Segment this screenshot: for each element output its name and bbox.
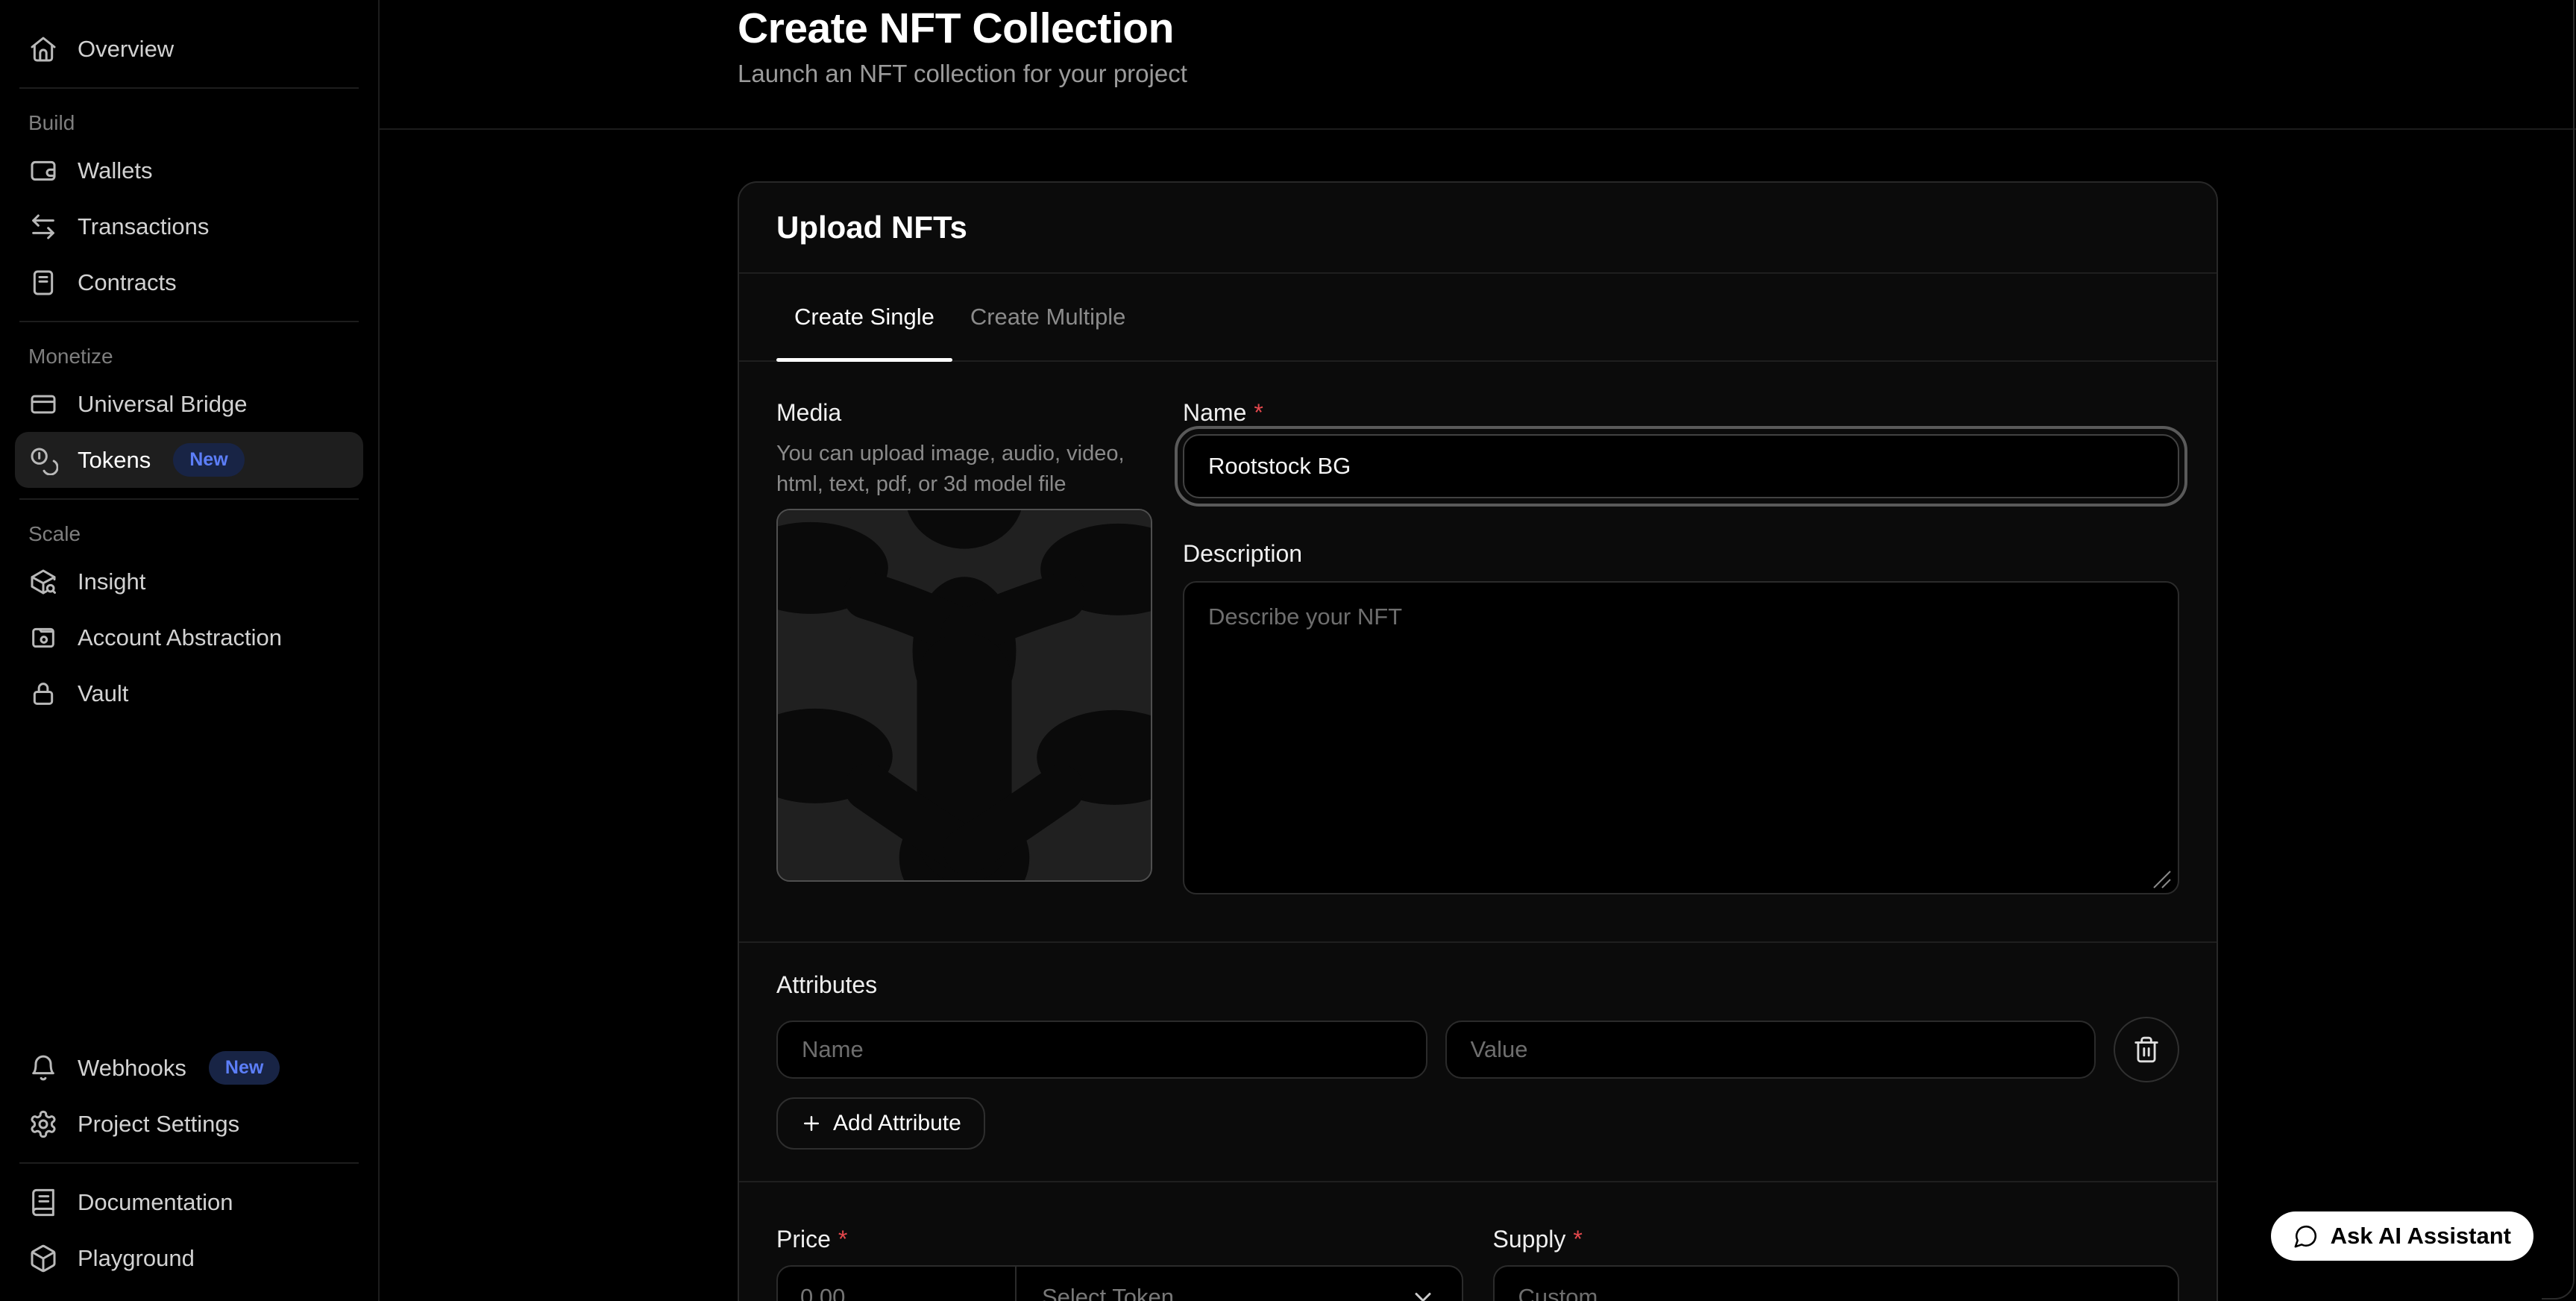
sidebar-section-build: Build [28,111,363,135]
price-label: Price * [776,1226,1463,1253]
required-marker: * [1573,1226,1582,1253]
arrows-left-right-icon [28,212,58,242]
tab-list: Create Single Create Multiple [739,274,2217,362]
card-header: Upload NFTs [739,183,2217,274]
name-label: Name * [1183,399,2179,427]
sidebar-item-label: Playground [78,1245,195,1272]
sidebar-spacer [15,721,363,1040]
sidebar-item-wallets[interactable]: Wallets [15,142,363,198]
attribute-name-input[interactable] [776,1021,1427,1079]
plus-icon [800,1112,823,1135]
cube-icon [28,1244,58,1273]
sidebar-item-contracts[interactable]: Contracts [15,254,363,310]
media-label: Media [776,399,1152,427]
coins-icon [28,445,58,475]
attribute-row [776,1017,2179,1082]
name-input[interactable] [1183,434,2179,498]
price-control: Select Token [776,1265,1463,1301]
price-supply-section: Price * Select Token Supply * [739,1182,2217,1301]
ask-ai-assistant-button[interactable]: Ask AI Assistant [2271,1211,2533,1261]
add-attribute-label: Add Attribute [833,1111,961,1136]
description-label: Description [1183,540,2179,568]
media-pattern-image [778,510,1151,880]
media-upload-preview[interactable] [776,509,1152,882]
required-marker: * [1254,399,1263,427]
sidebar-divider [19,1162,359,1164]
media-helper-text: You can upload image, audio, video, html… [776,439,1149,499]
package-search-icon [28,567,58,597]
sidebar-item-documentation[interactable]: Documentation [15,1174,363,1230]
sidebar-item-playground[interactable]: Playground [15,1230,363,1286]
lock-icon [28,679,58,709]
wallet-icon [28,156,58,186]
sidebar-item-label: Documentation [78,1189,233,1216]
sidebar-item-label: Universal Bridge [78,391,247,418]
sidebar-divider [19,321,359,322]
sidebar-item-insight[interactable]: Insight [15,554,363,609]
supply-input[interactable] [1493,1265,2180,1301]
book-icon [28,1188,58,1217]
sidebar-item-label: Tokens [78,447,151,474]
token-select-dropdown[interactable]: Select Token [1017,1267,1462,1301]
price-label-text: Price [776,1226,831,1253]
tab-create-single[interactable]: Create Single [776,274,952,360]
sidebar-section-scale: Scale [28,522,363,546]
attribute-value-input[interactable] [1445,1021,2096,1079]
resize-handle-icon[interactable] [2151,868,2172,889]
supply-label-text: Supply [1493,1226,1566,1253]
page-subtitle: Launch an NFT collection for your projec… [738,60,2218,128]
new-badge: New [209,1051,280,1085]
sidebar-item-label: Webhooks [78,1055,186,1082]
sidebar-item-label: Insight [78,568,145,595]
wallet-box-icon [28,623,58,653]
page-title: Create NFT Collection [738,3,2218,54]
description-textarea[interactable] [1183,581,2179,894]
sidebar-item-tokens[interactable]: Tokens New [15,432,363,488]
card-title: Upload NFTs [776,210,2179,245]
gear-icon [28,1109,58,1139]
name-label-text: Name [1183,399,1246,427]
sidebar-item-label: Vault [78,680,128,707]
sidebar-item-label: Overview [78,36,174,63]
sidebar: Overview Build Wallets Transactions Cont… [0,0,380,1301]
sidebar-item-label: Transactions [78,213,209,240]
sidebar-item-label: Wallets [78,157,152,184]
attributes-section: Attributes Add Attribute [739,943,2217,1182]
credit-card-icon [28,389,58,419]
bell-icon [28,1053,58,1083]
media-and-details-section: Media You can upload image, audio, video… [739,362,2217,943]
sidebar-item-universal-bridge[interactable]: Universal Bridge [15,376,363,432]
home-icon [28,34,58,64]
required-marker: * [838,1226,847,1253]
sidebar-item-overview[interactable]: Overview [15,21,363,77]
document-icon [28,268,58,298]
sidebar-item-label: Project Settings [78,1111,239,1138]
supply-label: Supply * [1493,1226,2180,1253]
sidebar-divider [19,87,359,89]
sidebar-item-account-abstraction[interactable]: Account Abstraction [15,609,363,665]
page-header: Create NFT Collection Launch an NFT coll… [380,0,2576,130]
sidebar-item-label: Account Abstraction [78,624,282,651]
sidebar-divider [19,498,359,500]
sidebar-section-monetize: Monetize [28,345,363,369]
sidebar-item-vault[interactable]: Vault [15,665,363,721]
attributes-label: Attributes [776,971,2179,999]
main-content: Create NFT Collection Launch an NFT coll… [380,0,2576,1301]
chevron-down-icon [1410,1284,1436,1301]
sidebar-item-label: Contracts [78,269,177,296]
sidebar-item-project-settings[interactable]: Project Settings [15,1096,363,1152]
delete-attribute-button[interactable] [2114,1017,2179,1082]
trash-icon [2132,1035,2161,1064]
upload-nfts-card: Upload NFTs Create Single Create Multipl… [738,181,2218,1301]
sidebar-item-transactions[interactable]: Transactions [15,198,363,254]
add-attribute-button[interactable]: Add Attribute [776,1097,985,1150]
price-amount-input[interactable] [778,1267,1017,1301]
sidebar-item-webhooks[interactable]: Webhooks New [15,1040,363,1096]
token-select-value: Select Token [1042,1284,1174,1301]
ask-ai-assistant-label: Ask AI Assistant [2331,1223,2511,1250]
new-badge: New [173,443,244,477]
chat-bubble-icon [2293,1223,2319,1249]
tab-create-multiple[interactable]: Create Multiple [952,274,1143,360]
